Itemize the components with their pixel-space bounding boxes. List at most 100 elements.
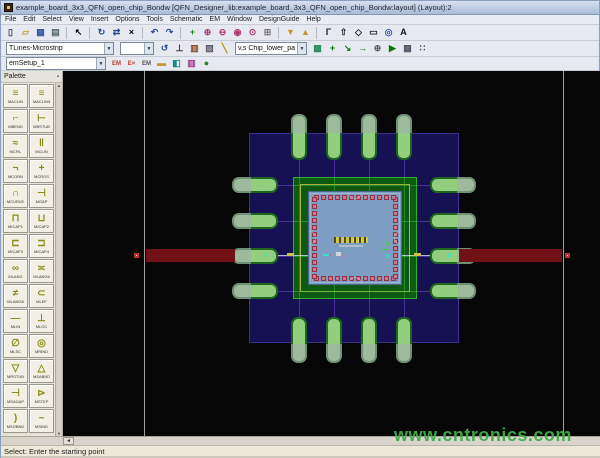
die-bondpad[interactable] [384,276,389,281]
menu-tools[interactable]: Tools [147,16,163,23]
palette-item-mcros[interactable]: +MCROS [29,159,54,183]
palette-item-micap3[interactable]: ⊏MICAP3 [3,234,28,258]
open-folder-icon[interactable]: ▱ [19,26,32,39]
palette-item-mrstub[interactable]: ▽MRSTUB [3,359,28,383]
menu-options[interactable]: Options [115,16,139,23]
die-bondpad[interactable] [393,204,398,209]
zoom-area-icon[interactable]: ◉ [231,26,244,39]
port-marker[interactable] [565,253,570,258]
die-bondpad[interactable] [363,195,368,200]
em-stop-icon[interactable]: E× [125,57,138,70]
em-setup-icon[interactable]: EM [110,57,123,70]
palette-item-maclin3[interactable]: ≡MACLIN3 [29,84,54,108]
palette-item-mloc[interactable]: ⊥MLOC [29,309,54,333]
mirror-icon[interactable]: ⇄ [110,26,123,39]
pin-icon[interactable]: ▪ [57,74,59,80]
die-bondpad[interactable] [312,204,317,209]
palette-item-mlin[interactable]: —MLIN [3,309,28,333]
area-pins-icon[interactable]: ▦ [401,42,414,55]
palette-item-micap4[interactable]: ⊐MICAP4 [29,234,54,258]
die-bondpad[interactable] [321,195,326,200]
insert-trace-icon[interactable]: → [356,42,369,55]
menu-schematic[interactable]: Schematic [170,16,203,23]
die-bondpad[interactable] [393,260,398,265]
em-visualization-icon[interactable]: ▥ [185,57,198,70]
insert-pin-icon[interactable]: + [326,42,339,55]
app-icon[interactable] [4,3,13,12]
palette-item-micap1[interactable]: ⊓MICAP1 [3,209,28,233]
layer-fill-icon[interactable]: ▩ [311,42,324,55]
ground-icon[interactable]: ⊥ [173,42,186,55]
palette-item-mcorn[interactable]: ¬MCORN [3,159,28,183]
palette-item-mbstub[interactable]: ⊢MBSTUB [29,109,54,133]
die-bondpad[interactable] [393,218,398,223]
menu-file[interactable]: File [5,16,16,23]
move-icon[interactable]: + [186,26,199,39]
die-bondpad[interactable] [370,276,375,281]
pointer-icon[interactable]: ↖ [72,26,85,39]
die-bondpad[interactable] [393,267,398,272]
view-all-icon[interactable]: ⊞ [261,26,274,39]
push-hierarchy-icon[interactable]: ▼ [284,26,297,39]
redo-icon[interactable]: ↷ [163,26,176,39]
palette-item-micap2[interactable]: ⊔MICAP2 [29,209,54,233]
palette-item-msind[interactable]: ~MSIND [29,409,54,433]
palette-item-mstep[interactable]: ⊳MSTEP [29,384,54,408]
die-bondpad[interactable] [312,197,317,202]
menu-select[interactable]: Select [42,16,61,23]
save-icon[interactable]: ▦ [34,26,47,39]
draw-pen-icon[interactable]: ╲ [218,42,231,55]
pin-marker-icon[interactable]: × [262,251,271,260]
substrate-icon[interactable]: ▬ [155,57,168,70]
component-history-select[interactable]: ▼ [120,42,154,55]
die-bondpad[interactable] [312,246,317,251]
palette-item-mlang6[interactable]: ≍MLANG6 [29,259,54,283]
scroll-left-icon[interactable]: ◄ [63,437,74,445]
insert-polygon-icon[interactable]: ◇ [352,26,365,39]
die-bondpad[interactable] [312,267,317,272]
die-bondpad[interactable] [328,276,333,281]
palette-item-msagap[interactable]: ⊣MSAGAP [3,384,28,408]
palette-item-mcfil[interactable]: ≈MCFIL [3,134,28,158]
die-bondpad[interactable] [391,195,396,200]
new-file-icon[interactable]: ▯ [4,26,17,39]
view-3d-icon[interactable]: ◧ [170,57,183,70]
port-marker[interactable] [134,253,139,258]
library-browser-icon[interactable]: ▥ [188,42,201,55]
menu-window[interactable]: Window [227,16,252,23]
em-setup-select[interactable]: emSetup_1 ▼ [6,57,106,70]
die-bondpad[interactable] [393,246,398,251]
palette-item-mlang[interactable]: ∞MLANG [3,259,28,283]
die-bondpad[interactable] [393,274,398,279]
em-simulate-icon[interactable]: EM [140,57,153,70]
undo-icon[interactable]: ↶ [148,26,161,39]
pop-hierarchy-icon[interactable]: ▲ [299,26,312,39]
die-bondpad[interactable] [370,195,375,200]
die-bondpad[interactable] [328,195,333,200]
palette-item-maclin[interactable]: ≡MACLIN [3,84,28,108]
die-bondpad[interactable] [312,218,317,223]
insert-port-icon[interactable]: ⇧ [337,26,350,39]
insert-text-icon[interactable]: A [397,26,410,39]
palette-item-mclin[interactable]: ‖MCLIN [29,134,54,158]
on-die-component[interactable] [334,237,368,243]
die-bondpad[interactable] [393,211,398,216]
scroll-up-icon[interactable]: ▲ [57,83,61,88]
menu-em[interactable]: EM [210,16,221,23]
rotate-ccw-icon[interactable]: ↺ [158,42,171,55]
die-bondpad[interactable] [312,211,317,216]
delete-icon[interactable]: × [125,26,138,39]
palette-item-mgap[interactable]: ⊣MGAP [29,184,54,208]
print-icon[interactable]: ▤ [49,26,62,39]
palette-scrollbar[interactable]: ▲ ▼ [55,83,62,436]
layer-stack-icon[interactable]: ▨ [203,42,216,55]
menu-view[interactable]: View [69,16,84,23]
rotate-icon[interactable]: ↻ [95,26,108,39]
die-bondpad[interactable] [312,274,317,279]
die-bondpad[interactable] [312,225,317,230]
die-bondpad[interactable] [312,253,317,258]
palette-item-mlsc[interactable]: ∅MLSC [3,334,28,358]
microstrip-feed-left[interactable] [146,249,235,262]
layout-canvas[interactable]: ××2× [63,71,600,436]
palette-item-msobnd[interactable]: )MSOBND [3,409,28,433]
